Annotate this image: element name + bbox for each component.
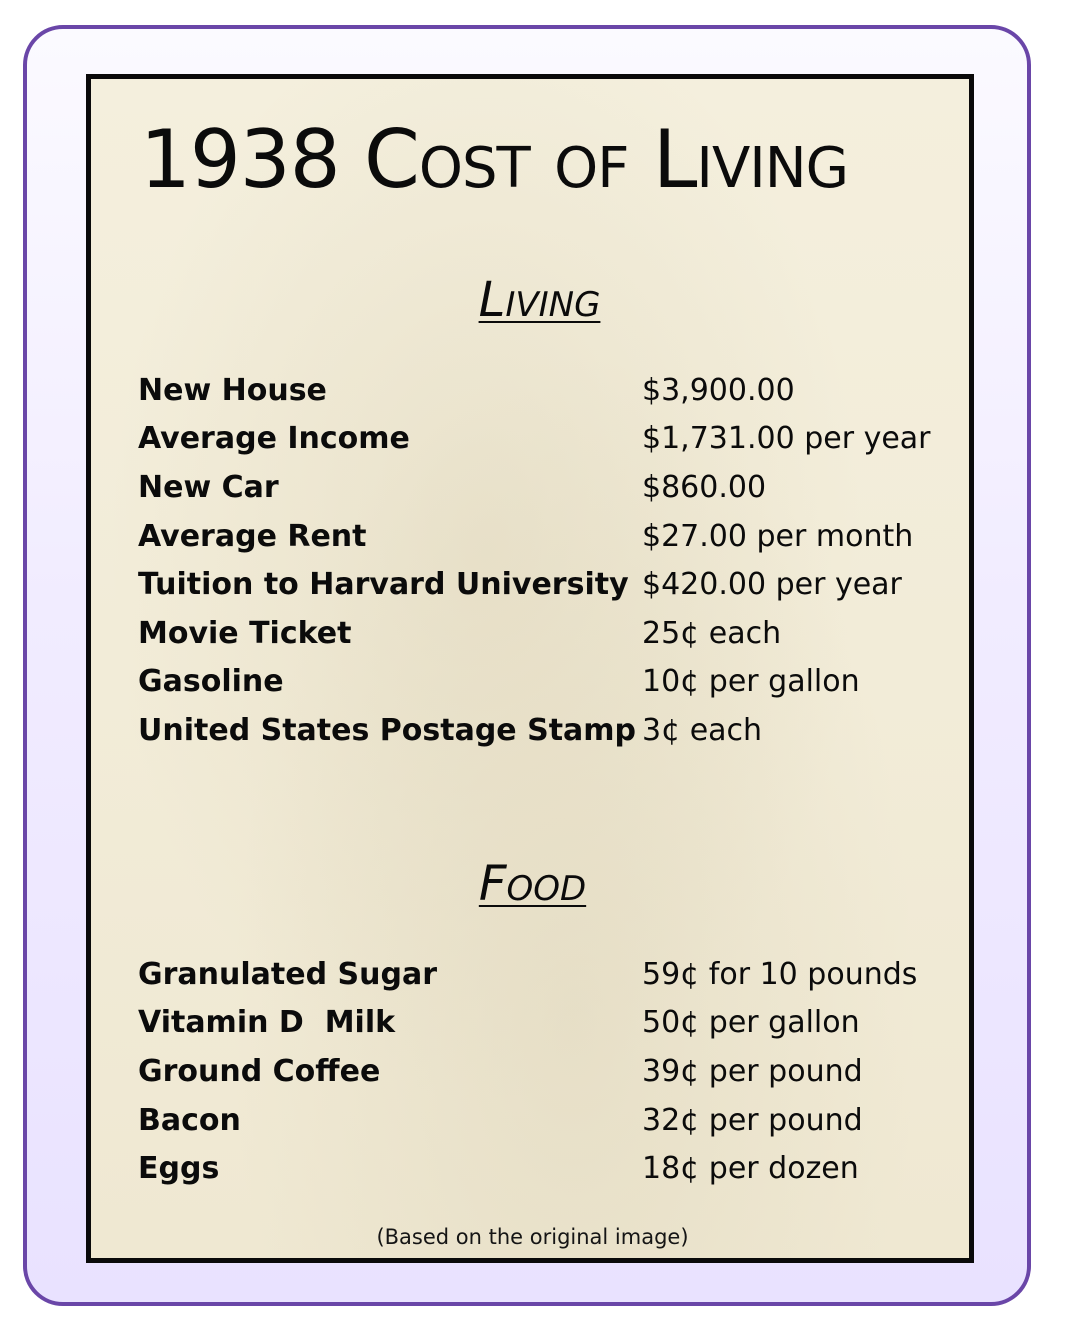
list-item: New Car $860.00	[138, 463, 938, 512]
item-price: 18¢ per dozen	[642, 1151, 859, 1187]
item-name: Bacon	[138, 1102, 241, 1138]
list-item: Ground Coffee 39¢ per pound	[138, 1047, 938, 1096]
item-price: $420.00 per year	[642, 567, 902, 603]
item-name: Eggs	[138, 1151, 220, 1187]
item-name: New House	[138, 372, 327, 408]
item-price: 59¢ for 10 pounds	[642, 956, 918, 992]
item-name: United States Postage Stamp	[138, 712, 637, 748]
item-price: $860.00	[642, 469, 767, 505]
footnote: (Based on the original image)	[376, 1225, 689, 1249]
item-price: $3,900.00	[642, 372, 795, 408]
item-price: 25¢ each	[642, 615, 782, 651]
page-title: 1938 Cost of Living	[140, 113, 849, 206]
item-name: New Car	[138, 469, 279, 505]
living-price-list: New House $3,900.00 Average Income $1,73…	[138, 366, 938, 755]
list-item: Average Income $1,731.00 per year	[138, 415, 938, 464]
section-heading-living: Living	[478, 272, 601, 328]
item-price: 39¢ per pound	[642, 1053, 863, 1089]
item-price: 50¢ per gallon	[642, 1005, 860, 1041]
item-name: Tuition to Harvard University	[138, 567, 629, 603]
item-price: 3¢ each	[642, 712, 763, 748]
item-name: Movie Ticket	[138, 615, 352, 651]
item-price: $1,731.00 per year	[642, 421, 931, 457]
item-name: Vitamin D Milk	[138, 1005, 396, 1041]
list-item: Movie Ticket 25¢ each	[138, 609, 938, 658]
item-price: 10¢ per gallon	[642, 664, 860, 700]
item-price: $27.00 per month	[642, 518, 914, 554]
list-item: Bacon 32¢ per pound	[138, 1096, 938, 1145]
item-price: 32¢ per pound	[642, 1102, 863, 1138]
item-name: Ground Coffee	[138, 1053, 381, 1089]
list-item: New House $3,900.00	[138, 366, 938, 415]
list-item: Gasoline 10¢ per gallon	[138, 658, 938, 707]
item-name: Average Rent	[138, 518, 367, 554]
list-item: Average Rent $27.00 per month	[138, 512, 938, 561]
item-name: Average Income	[138, 421, 410, 457]
list-item: Eggs 18¢ per dozen	[138, 1144, 938, 1193]
list-item: United States Postage Stamp 3¢ each	[138, 706, 938, 755]
list-item: Vitamin D Milk 50¢ per gallon	[138, 999, 938, 1048]
list-item: Tuition to Harvard University $420.00 pe…	[138, 560, 938, 609]
food-price-list: Granulated Sugar 59¢ for 10 pounds Vitam…	[138, 950, 938, 1193]
list-item: Granulated Sugar 59¢ for 10 pounds	[138, 950, 938, 999]
item-name: Gasoline	[138, 664, 284, 700]
section-heading-food: Food	[478, 856, 587, 912]
item-name: Granulated Sugar	[138, 956, 437, 992]
